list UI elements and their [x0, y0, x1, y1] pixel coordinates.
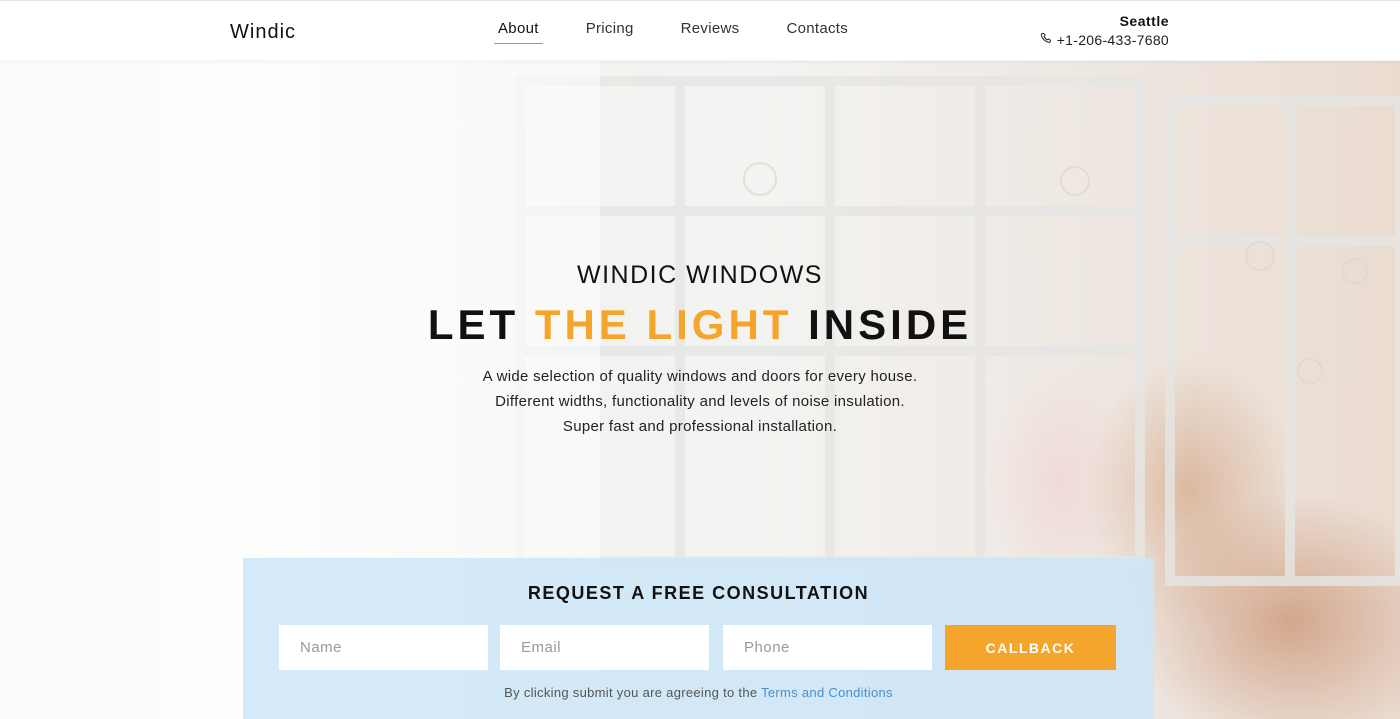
phone-icon: [1040, 32, 1057, 48]
nav-pricing[interactable]: Pricing: [582, 20, 638, 44]
site-header: Windic About Pricing Reviews Contacts Se…: [0, 0, 1400, 60]
phone-number: +1-206-433-7680: [1056, 32, 1169, 48]
hero-description-line: A wide selection of quality windows and …: [482, 368, 918, 385]
main-nav: About Pricing Reviews Contacts: [494, 20, 891, 44]
nav-about[interactable]: About: [494, 20, 543, 44]
logo[interactable]: Windic: [230, 21, 296, 44]
hero-title-accent: THE LIGHT: [534, 301, 793, 348]
city-label: Seattle: [1119, 13, 1169, 29]
hero-title: LET THE LIGHT INSIDE: [0, 301, 1400, 349]
name-input[interactable]: Name: [279, 625, 488, 670]
form-title: REQUEST A FREE CONSULTATION: [527, 583, 870, 603]
hero-description-line: Different widths, functionality and leve…: [495, 393, 905, 410]
callback-button[interactable]: CALLBACK: [945, 625, 1116, 670]
consultation-form: REQUEST A FREE CONSULTATION Name Email P…: [243, 558, 1154, 719]
contact-info: Seattle +1-206-433-7680: [1040, 13, 1169, 48]
hero-description-line: Super fast and professional installation…: [562, 418, 838, 435]
hero-subtitle: WINDIC WINDOWS: [577, 261, 823, 289]
nav-contacts[interactable]: Contacts: [782, 20, 852, 44]
phone-input[interactable]: Phone: [723, 625, 932, 670]
hero-description: A wide selection of quality windows and …: [0, 364, 1400, 439]
terms-link[interactable]: Terms and Conditions: [761, 685, 893, 700]
hero-title-end: INSIDE: [792, 301, 973, 348]
terms-notice: By clicking submit you are agreeing to t…: [243, 685, 1154, 700]
hero-title-start: LET: [427, 301, 535, 348]
terms-text: By clicking submit you are agreeing to t…: [504, 685, 762, 700]
phone-link[interactable]: +1-206-433-7680: [1040, 32, 1169, 48]
hero-section: WINDIC WINDOWS LET THE LIGHT INSIDE A wi…: [0, 61, 1400, 719]
email-input[interactable]: Email: [500, 625, 709, 670]
nav-reviews[interactable]: Reviews: [677, 20, 744, 44]
